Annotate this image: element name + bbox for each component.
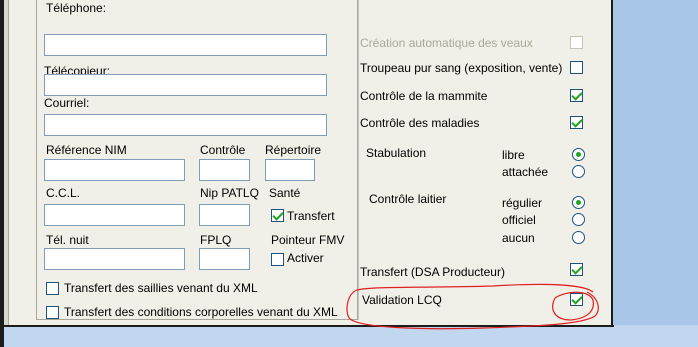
nim-input[interactable] <box>44 159 185 181</box>
sante-transfert-label: Transfert <box>287 209 335 223</box>
tel-nuit-label: Tél. nuit <box>46 233 89 247</box>
validation-lcq-checkbox[interactable] <box>570 293 583 306</box>
telephone-input[interactable] <box>44 34 327 56</box>
fplq-label: FPLQ <box>200 233 232 247</box>
stabulation-attachee-radio[interactable] <box>572 165 585 178</box>
saillies-checkbox[interactable] <box>46 282 59 295</box>
mammite-label: Contrôle de la mammite <box>360 89 488 103</box>
fax-input[interactable] <box>44 74 327 96</box>
stabulation-libre-radio[interactable] <box>572 148 585 161</box>
sante-label: Santé <box>269 186 301 200</box>
pointeur-activer-label: Activer <box>287 251 324 265</box>
cl-officiel-radio[interactable] <box>572 213 585 226</box>
troupeau-checkbox[interactable] <box>570 61 583 74</box>
email-input[interactable] <box>44 114 327 136</box>
cl-aucun-label: aucun <box>502 231 535 245</box>
controle-laitier-label: Contrôle laitier <box>369 192 447 206</box>
stabulation-label: Stabulation <box>366 146 427 160</box>
creation-veaux-checkbox[interactable] <box>570 36 583 49</box>
cl-regulier-label: régulier <box>502 196 543 210</box>
tel-nuit-input[interactable] <box>44 248 185 270</box>
maladies-label: Contrôle des maladies <box>360 116 480 130</box>
creation-veaux-label: Création automatique des veaux <box>360 36 533 50</box>
cl-officiel-label: officiel <box>502 213 536 227</box>
validation-lcq-label: Validation LCQ <box>362 293 442 307</box>
conditions-checkbox[interactable] <box>46 306 59 319</box>
desktop-background <box>613 0 698 347</box>
telephone-label: Téléphone: <box>46 1 107 15</box>
repertoire-label: Répertoire <box>265 143 322 157</box>
nim-label: Référence NIM <box>46 143 127 157</box>
sante-transfert-checkbox[interactable] <box>271 209 284 222</box>
mammite-checkbox[interactable] <box>570 89 583 102</box>
troupeau-label: Troupeau pur sang (exposition, vente) <box>360 61 563 75</box>
window-frame <box>4 0 9 326</box>
repertoire-input[interactable] <box>265 159 315 181</box>
cl-regulier-radio[interactable] <box>572 196 585 209</box>
settings-window: Téléphone: Télécopieur: Courriel: Référe… <box>11 0 613 326</box>
email-label: Courriel: <box>44 96 90 110</box>
maladies-checkbox[interactable] <box>570 116 583 129</box>
window-bottom-border <box>0 325 614 327</box>
column-separator <box>358 0 359 320</box>
pointeur-fmv-label: Pointeur FMV <box>271 233 345 247</box>
stabulation-libre-label: libre <box>502 148 525 162</box>
nip-patlq-label: Nip PATLQ <box>200 186 259 200</box>
nip-patlq-input[interactable] <box>199 204 250 226</box>
ccl-label: C.C.L. <box>46 186 81 200</box>
transfert-dsa-label: Transfert (DSA Producteur) <box>360 265 505 279</box>
conditions-label: Transfert des conditions corporelles ven… <box>64 305 338 319</box>
transfert-dsa-checkbox[interactable] <box>570 263 583 276</box>
stabulation-attachee-label: attachée <box>502 165 549 179</box>
cl-aucun-radio[interactable] <box>572 231 585 244</box>
controle-input[interactable] <box>199 159 250 181</box>
saillies-label: Transfert des saillies venant du XML <box>64 281 258 295</box>
controle-label: Contrôle <box>200 143 246 157</box>
desktop-background-bottom <box>0 325 698 347</box>
pointeur-activer-checkbox[interactable] <box>271 253 284 266</box>
ccl-input[interactable] <box>44 204 185 226</box>
fplq-input[interactable] <box>199 248 250 270</box>
